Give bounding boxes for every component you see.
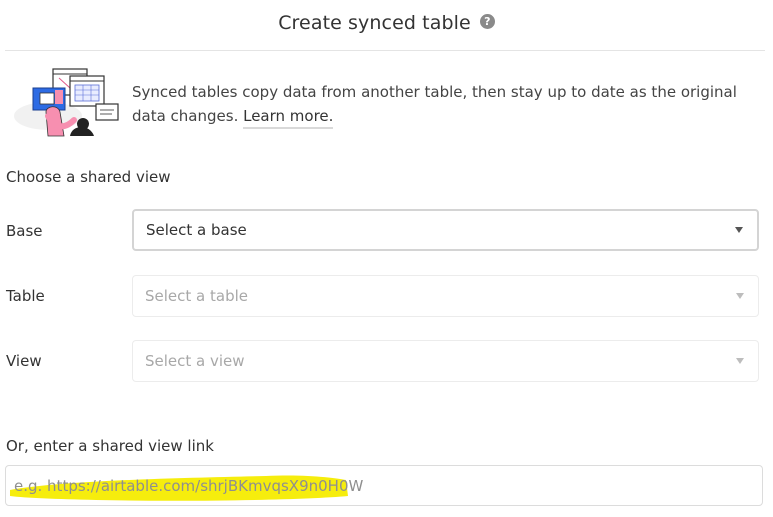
dialog-title: Create synced table: [278, 12, 471, 34]
question-circle-icon[interactable]: ?: [479, 13, 495, 29]
learn-more-link[interactable]: Learn more.: [243, 107, 334, 129]
view-select-value: Select a view: [145, 352, 245, 370]
create-synced-table-dialog: Create synced table ? Synced tables copy: [0, 0, 773, 517]
intro-description: Synced tables copy data from another tab…: [132, 80, 757, 129]
chevron-down-icon: [736, 293, 744, 299]
header-divider: [5, 50, 765, 51]
chevron-down-icon: [736, 358, 744, 364]
table-select[interactable]: Select a table: [132, 275, 759, 317]
base-select-value: Select a base: [146, 221, 247, 239]
chevron-down-icon: [735, 227, 743, 233]
choose-shared-view-label: Choose a shared view: [6, 168, 171, 186]
intro-text: Synced tables copy data from another tab…: [132, 83, 737, 125]
base-select[interactable]: Select a base: [132, 209, 759, 251]
table-select-value: Select a table: [145, 287, 248, 305]
base-label: Base: [6, 222, 43, 240]
synced-table-illustration-icon: [14, 68, 119, 137]
dialog-header: Create synced table ?: [0, 0, 773, 46]
shared-view-link-label: Or, enter a shared view link: [6, 437, 214, 455]
table-label: Table: [6, 287, 45, 305]
shared-view-link-field[interactable]: [5, 465, 763, 506]
view-select[interactable]: Select a view: [132, 340, 759, 382]
shared-view-link-input[interactable]: [6, 466, 762, 505]
view-label: View: [6, 352, 42, 370]
